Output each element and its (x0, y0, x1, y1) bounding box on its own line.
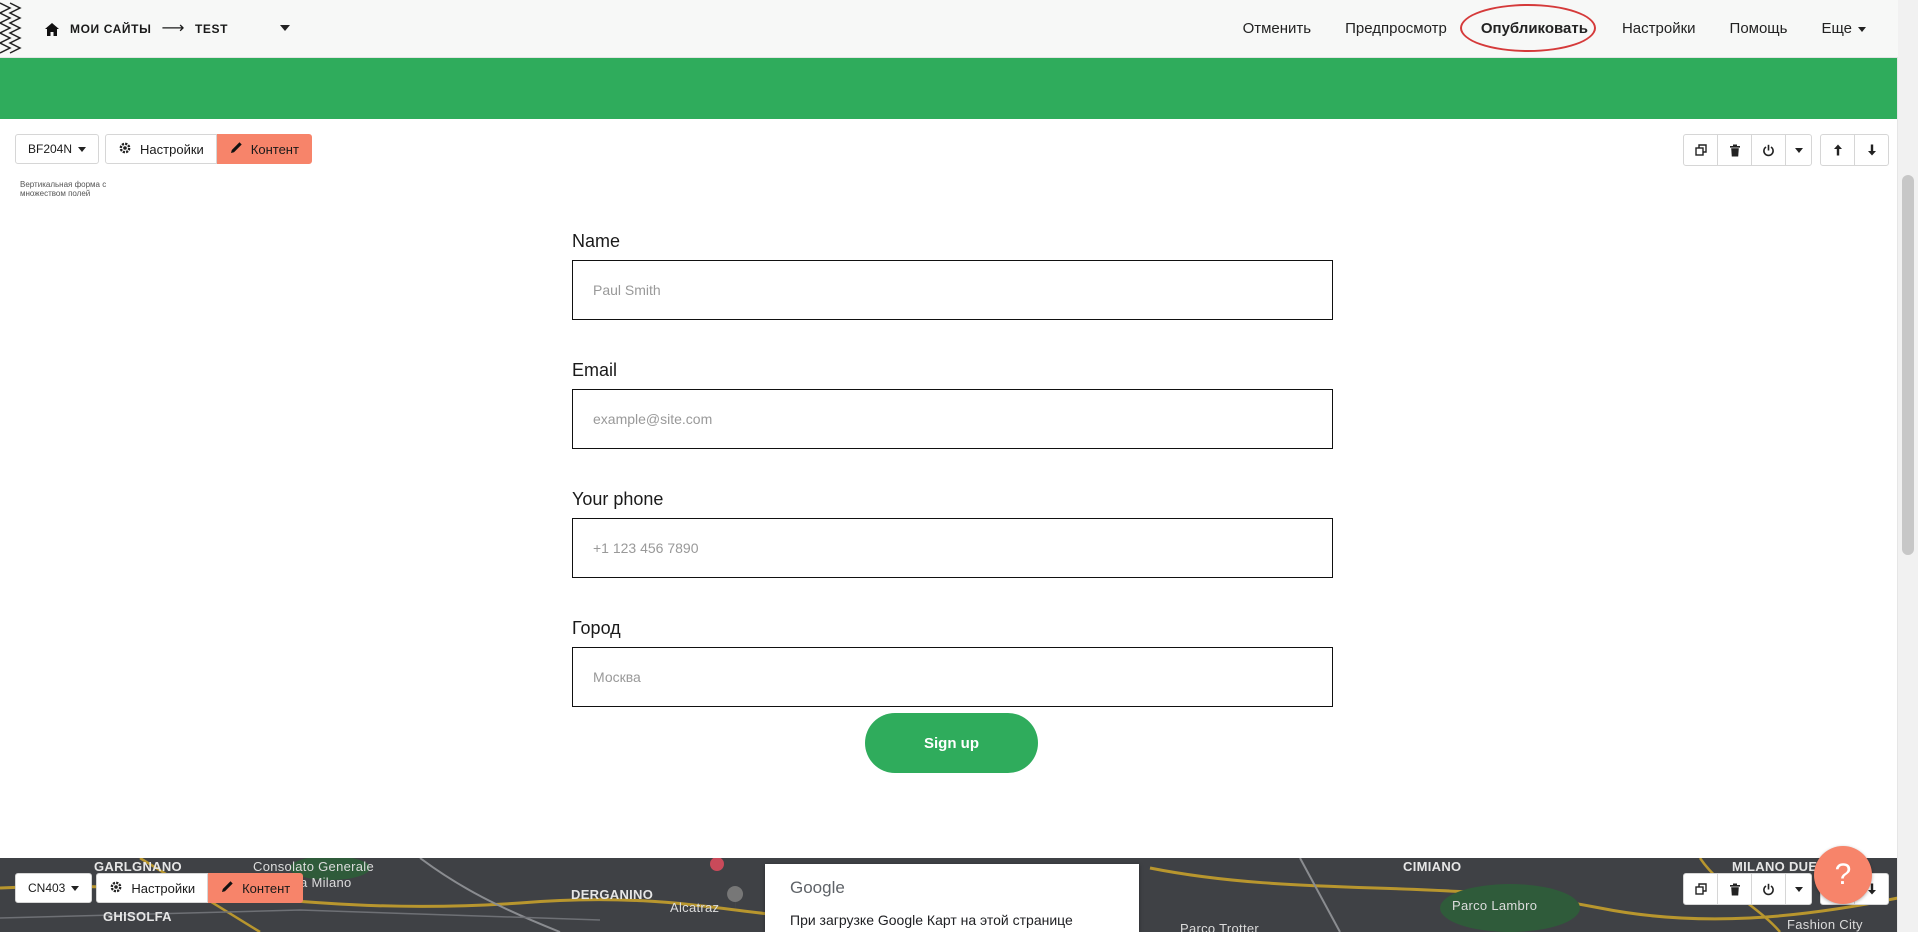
block2-content-label: Контент (242, 880, 291, 896)
arrow-down-icon[interactable] (1854, 134, 1889, 166)
block2-settings-label: Настройки (131, 880, 196, 896)
phone-field-group: Your phone +1 123 456 7890 (572, 488, 1333, 578)
caret-down-icon[interactable] (1785, 873, 1812, 905)
breadcrumb-my-sites[interactable]: МОИ САЙТЫ (70, 22, 151, 36)
more-label: Еще (1821, 20, 1852, 37)
map-label-derganino: DERGANINO (571, 887, 654, 902)
signup-form: Name Paul Smith Email example@site.com Y… (572, 230, 1333, 707)
help-button[interactable]: Помощь (1730, 20, 1788, 37)
chevron-down-icon (1858, 26, 1866, 32)
block2-controls-left: CN403 Настройки Контент (15, 873, 304, 903)
block-content-button[interactable]: Контент (216, 134, 312, 164)
map-label-parco-lambro: Parco Lambro (1452, 898, 1538, 913)
power-icon[interactable] (1751, 873, 1786, 905)
block2-settings-button[interactable]: Настройки (96, 873, 209, 903)
block-move-group (1820, 134, 1889, 166)
city-label: Город (572, 618, 621, 638)
email-placeholder: example@site.com (593, 411, 713, 427)
page-scrollbar[interactable] (1897, 0, 1918, 932)
breadcrumb-page[interactable]: TEST (195, 22, 228, 36)
map-label-fashion-city: Fashion City (1787, 917, 1863, 932)
name-label: Name (572, 231, 621, 251)
map-label-consolato: Consolato Generale (253, 859, 375, 874)
block-tools-group (1683, 134, 1812, 166)
arrow-up-icon[interactable] (1820, 134, 1855, 166)
block-controls-left: BF204N Настройки Контент (15, 134, 312, 164)
block2-id-dropdown[interactable]: CN403 (15, 873, 93, 903)
breadcrumb-arrow: ⟶ (161, 20, 185, 37)
name-placeholder: Paul Smith (593, 282, 661, 298)
gear-icon (109, 880, 123, 897)
name-input[interactable]: Paul Smith (572, 260, 1333, 320)
map-label-milano-due: MILANO DUE (1732, 859, 1818, 874)
email-input[interactable]: example@site.com (572, 389, 1333, 449)
publish-button[interactable]: Опубликовать (1459, 4, 1596, 52)
pencil-icon (230, 141, 243, 157)
top-nav: Отменить Предпросмотр Опубликовать Настр… (1226, 0, 1898, 57)
block-tools-right (1683, 134, 1889, 166)
map-label-a-milano: a Milano (300, 875, 352, 890)
highlight-ring (1459, 4, 1596, 52)
google-maps-notice: При загрузке Google Карт на этой страниц… (790, 912, 1073, 928)
google-logo: Google (790, 878, 845, 897)
block2-content-button[interactable]: Контент (208, 873, 304, 903)
email-field-group: Email example@site.com (572, 359, 1333, 449)
block-mode-group: Настройки Контент (105, 134, 312, 164)
map-label-parco-trotter: Parco Trotter (1180, 921, 1260, 932)
chevron-down-icon (78, 146, 87, 152)
header-block (0, 58, 1898, 119)
block-content-label: Контент (250, 141, 299, 157)
email-label: Email (572, 360, 618, 380)
caret-down-icon[interactable] (1785, 134, 1812, 166)
help-chat-button[interactable]: ? (1814, 846, 1872, 904)
phone-label: Your phone (572, 489, 664, 509)
map-label-ghisolfa: GHISOLFA (103, 909, 172, 924)
home-icon[interactable] (44, 22, 60, 37)
duplicate-icon[interactable] (1683, 873, 1718, 905)
block2-tools-group (1683, 873, 1812, 905)
chevron-down-icon (71, 885, 80, 891)
block2-mode-group: Настройки Контент (96, 873, 304, 903)
duplicate-icon[interactable] (1683, 134, 1718, 166)
breadcrumb[interactable]: МОИ САЙТЫ ⟶ TEST (44, 19, 228, 39)
undo-button[interactable]: Отменить (1243, 20, 1312, 37)
block-settings-button[interactable]: Настройки (105, 134, 217, 164)
map-label-alcatraz: Alcatraz (670, 900, 720, 915)
settings-button[interactable]: Настройки (1622, 20, 1696, 37)
phone-input[interactable]: +1 123 456 7890 (572, 518, 1333, 578)
phone-placeholder: +1 123 456 7890 (593, 540, 699, 556)
block-id-label: BF204N (28, 142, 73, 156)
google-maps-consent-panel: Google При загрузке Google Карт на этой … (765, 864, 1139, 932)
map-label-garlgnano: GARLGNANO (94, 859, 182, 874)
city-input[interactable]: Москва (572, 647, 1333, 707)
power-icon[interactable] (1751, 134, 1786, 166)
city-field-group: Город Москва (572, 617, 1333, 707)
name-field-group: Name Paul Smith (572, 230, 1333, 320)
scrollbar-thumb[interactable] (1902, 175, 1914, 555)
block2-id-label: CN403 (28, 881, 66, 895)
city-placeholder: Москва (593, 669, 641, 685)
trash-icon[interactable] (1717, 873, 1752, 905)
map-label-cimiano: CIMIANO (1403, 859, 1462, 874)
chevron-down-icon[interactable] (280, 25, 290, 31)
block-description: Вертикальная форма с множеством полей (20, 180, 107, 198)
signup-button[interactable]: Sign up (865, 713, 1038, 773)
trash-icon[interactable] (1717, 134, 1752, 166)
more-menu[interactable]: Еще (1821, 20, 1866, 37)
gear-icon (118, 141, 132, 158)
block-settings-label: Настройки (140, 141, 204, 157)
preview-button[interactable]: Предпросмотр (1345, 20, 1447, 37)
block-id-dropdown[interactable]: BF204N (15, 134, 100, 164)
zigzag-pattern (0, 2, 22, 54)
top-bar: МОИ САЙТЫ ⟶ TEST Отменить Предпросмотр О… (0, 0, 1898, 58)
pencil-icon (221, 880, 234, 896)
